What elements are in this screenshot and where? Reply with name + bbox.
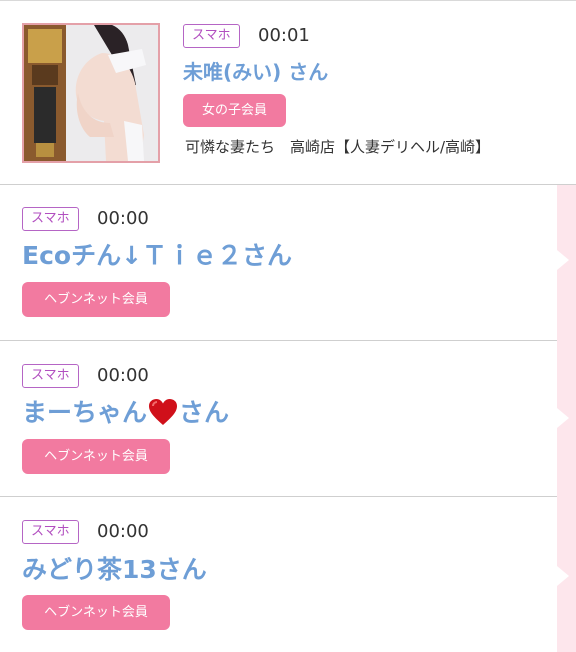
user-name-suffix: さん bbox=[179, 398, 230, 427]
list-item[interactable]: スマホ 00:00 みどり茶13さん ヘブンネット会員 bbox=[0, 497, 557, 652]
side-notch bbox=[557, 250, 569, 270]
login-time: 00:00 bbox=[97, 365, 149, 386]
login-time: 00:00 bbox=[97, 208, 149, 229]
list-item[interactable]: スマホ 00:00 まーちゃん さん ヘブンネット会員 bbox=[0, 341, 557, 496]
login-time: 00:00 bbox=[97, 521, 149, 542]
shop-name[interactable]: 可憐な妻たち 高崎店【人妻デリヘル/高崎】 bbox=[185, 136, 490, 158]
user-name[interactable]: まーちゃん さん bbox=[22, 396, 229, 435]
device-badge: スマホ bbox=[22, 207, 79, 231]
device-badge: スマホ bbox=[22, 520, 79, 544]
member-badge: ヘブンネット会員 bbox=[22, 439, 170, 474]
side-notch bbox=[557, 566, 569, 586]
login-time: 00:01 bbox=[258, 25, 310, 46]
heart-icon bbox=[148, 398, 178, 435]
user-name[interactable]: 未唯(みい) さん bbox=[183, 58, 328, 86]
list-item[interactable]: スマホ 00:01 未唯(みい) さん 女の子会員 可憐な妻たち 高崎店【人妻デ… bbox=[0, 1, 576, 184]
profile-photo[interactable] bbox=[22, 23, 160, 163]
user-name[interactable]: みどり茶13さん bbox=[22, 553, 207, 587]
user-name-text: まーちゃん bbox=[22, 398, 148, 427]
device-badge: スマホ bbox=[22, 364, 79, 388]
user-name[interactable]: Ecoチん↓Ｔｉｅ２さん bbox=[22, 239, 292, 273]
side-notch bbox=[557, 408, 569, 428]
device-badge: スマホ bbox=[183, 24, 240, 48]
member-badge: 女の子会員 bbox=[183, 94, 286, 127]
member-badge: ヘブンネット会員 bbox=[22, 595, 170, 630]
list-item[interactable]: スマホ 00:00 Ecoチん↓Ｔｉｅ２さん ヘブンネット会員 bbox=[0, 185, 557, 340]
member-badge: ヘブンネット会員 bbox=[22, 282, 170, 317]
